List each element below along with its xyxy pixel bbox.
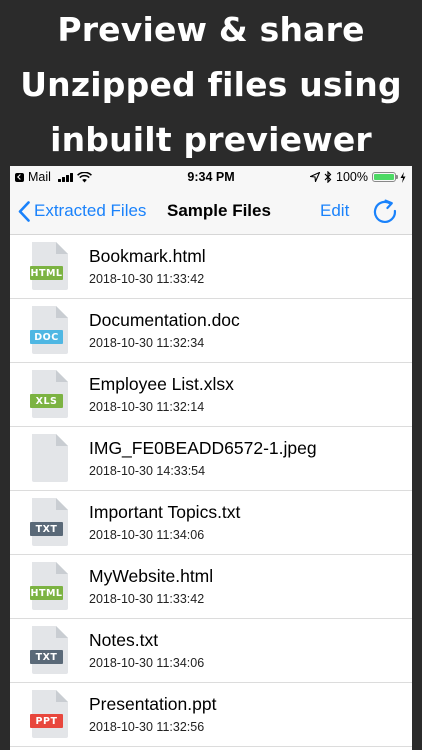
document-icon — [30, 370, 68, 418]
back-button-label: Extracted Files — [34, 201, 147, 220]
document-icon — [32, 434, 68, 482]
file-name: Notes.txt — [89, 630, 159, 650]
file-row[interactable]: HTML Bookmark.html 2018-10-30 11:33:42 — [10, 235, 412, 299]
file-type-badge: XLS — [35, 396, 58, 407]
document-icon — [30, 306, 68, 354]
file-type-badge: PPT — [35, 716, 58, 727]
chevron-left-icon — [18, 200, 30, 222]
file-name: Important Topics.txt — [89, 502, 241, 522]
promo-headline: Preview & share Unzipped files using inb… — [0, 0, 422, 166]
file-list: HTML Bookmark.html 2018-10-30 11:33:42 DOC D… — [10, 235, 412, 747]
battery-level — [374, 174, 394, 180]
document-icon — [30, 242, 68, 290]
file-date: 2018-10-30 11:32:14 — [89, 400, 205, 414]
file-type-badge: HTML — [30, 268, 63, 279]
headline-line-2: Unzipped files using — [20, 65, 402, 104]
file-name: MyWebsite.html — [89, 566, 214, 586]
file-date: 2018-10-30 11:34:06 — [89, 656, 205, 670]
file-row[interactable]: XLS Employee List.xlsx 2018-10-30 11:32:14 — [10, 363, 412, 427]
file-name: Presentation.ppt — [89, 694, 217, 714]
file-name: Employee List.xlsx — [89, 374, 234, 394]
status-right: 100% — [310, 170, 406, 184]
headline-line-3: inbuilt previewer — [50, 120, 372, 159]
edit-button[interactable]: Edit — [320, 188, 349, 234]
charging-bolt-icon — [400, 171, 406, 183]
navigation-bar: Extracted Files Sample Files Edit — [10, 188, 412, 235]
file-row[interactable]: IMG_FE0BEADD6572-1.jpeg 2018-10-30 14:33:… — [10, 427, 412, 491]
battery-percent: 100% — [336, 170, 368, 184]
file-row[interactable]: HTML MyWebsite.html 2018-10-30 11:33:42 — [10, 555, 412, 619]
file-type-badge: HTML — [30, 588, 63, 599]
file-date: 2018-10-30 11:32:34 — [89, 336, 205, 350]
bluetooth-icon — [324, 171, 332, 183]
battery-icon — [372, 172, 398, 182]
file-name: IMG_FE0BEADD6572-1.jpeg — [89, 438, 317, 458]
status-bar: Mail 9:34 PM 100% — [10, 166, 412, 188]
page-title: Sample Files — [167, 201, 271, 220]
file-date: 2018-10-30 11:32:56 — [89, 720, 205, 734]
document-icon — [30, 626, 68, 674]
file-row[interactable]: TXT Notes.txt 2018-10-30 11:34:06 — [10, 619, 412, 683]
back-button[interactable]: Extracted Files — [18, 188, 146, 234]
document-icon — [30, 498, 68, 546]
file-type-badge: DOC — [34, 332, 59, 343]
file-date: 2018-10-30 14:33:54 — [89, 464, 206, 478]
file-date: 2018-10-30 11:33:42 — [89, 272, 205, 286]
file-date: 2018-10-30 11:33:42 — [89, 592, 205, 606]
refresh-icon[interactable] — [372, 199, 398, 225]
phone-screen: Mail 9:34 PM 100% Extracted Files Sample… — [10, 166, 412, 750]
file-row[interactable]: DOC Documentation.doc 2018-10-30 11:32:34 — [10, 299, 412, 363]
file-type-badge: TXT — [35, 524, 58, 535]
file-row[interactable]: TXT Important Topics.txt 2018-10-30 11:34:… — [10, 491, 412, 555]
file-row[interactable]: PPT Presentation.ppt 2018-10-30 11:32:56 — [10, 683, 412, 747]
document-icon — [30, 562, 68, 610]
document-icon — [30, 690, 68, 738]
file-name: Documentation.doc — [89, 310, 240, 330]
file-name: Bookmark.html — [89, 246, 206, 266]
file-type-badge: TXT — [35, 652, 58, 663]
location-arrow-icon — [310, 172, 321, 182]
file-date: 2018-10-30 11:34:06 — [89, 528, 205, 542]
headline-line-1: Preview & share — [57, 10, 365, 49]
